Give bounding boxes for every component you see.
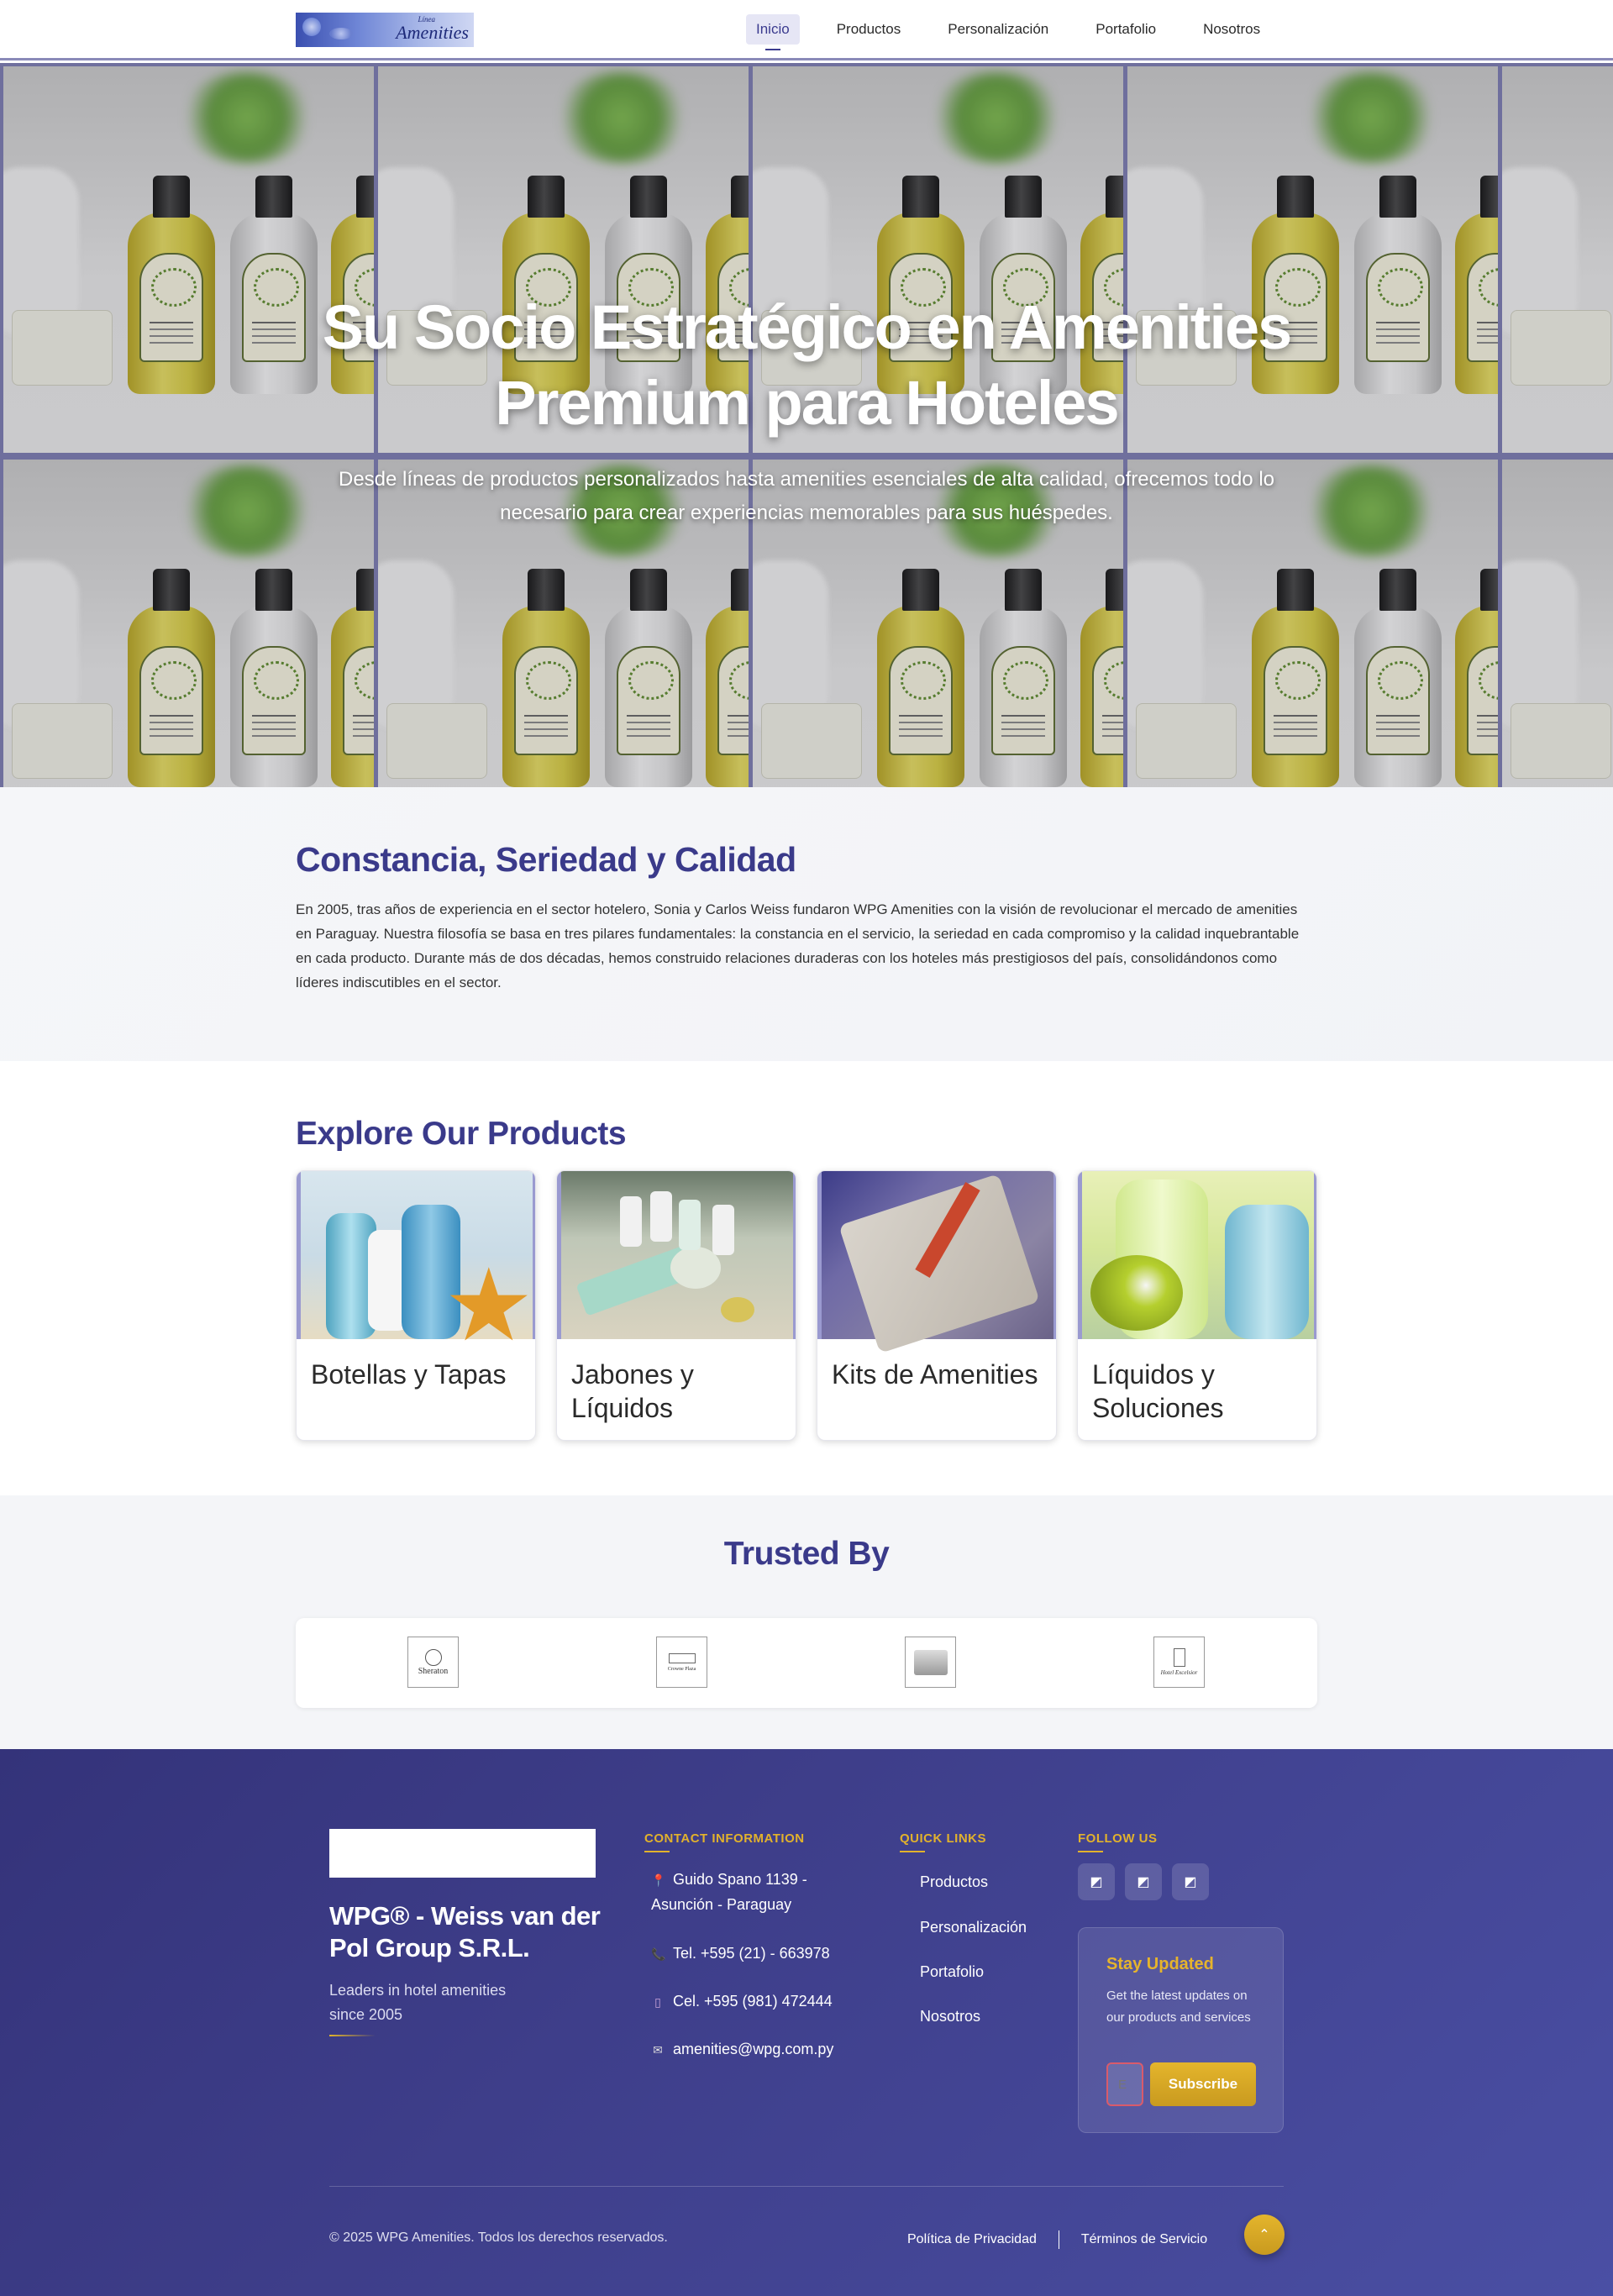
hero-title: Su Socio Estratégico en Amenities Premiu…: [322, 292, 1293, 438]
legal-links: Política de Privacidad Términos de Servi…: [907, 2230, 1207, 2249]
client-logo-palacio: [905, 1637, 956, 1688]
location-icon: 📍: [651, 1873, 666, 1887]
about-section: Constancia, Seriedad y Calidad En 2005, …: [0, 787, 1613, 1061]
client-logo-hotel: Hotel Excelsior: [1153, 1637, 1205, 1688]
contact-phone: 📞 Tel. +595 (21) - 663978: [651, 1941, 870, 1967]
social-icon[interactable]: ◩: [1078, 1863, 1115, 1900]
about-title: Constancia, Seriedad y Calidad: [296, 840, 796, 879]
newsletter-box: Stay Updated Get the latest updates on o…: [1078, 1927, 1284, 2133]
client-logo-crowne-plaza: Crowne Plaza: [656, 1637, 707, 1688]
copyright-text: © 2025 WPG Amenities. Todos los derechos…: [329, 2230, 668, 2245]
product-card-jabones[interactable]: Jabones y Líquidos: [556, 1170, 796, 1441]
phone-icon: 📞: [651, 1947, 666, 1961]
product-card-title: Kits de Amenities: [832, 1359, 1038, 1390]
product-card-liquidos[interactable]: Líquidos y Soluciones: [1077, 1170, 1317, 1441]
product-card-kits[interactable]: Kits de Amenities: [817, 1170, 1057, 1441]
client-logo-sheraton: Sheraton: [407, 1637, 459, 1688]
product-card-botellas[interactable]: ★ Botellas y Tapas: [296, 1170, 536, 1441]
footer-link-nosotros[interactable]: Nosotros: [920, 2008, 980, 2025]
product-card-title: Líquidos y Soluciones: [1092, 1359, 1224, 1423]
trusted-title: Trusted By: [723, 1536, 890, 1572]
footer-link-productos[interactable]: Productos: [920, 1873, 988, 1891]
footer-logo: [329, 1829, 596, 1878]
product-card-title: Jabones y Líquidos: [571, 1359, 694, 1423]
newsletter-title: Stay Updated: [1106, 1955, 1214, 1973]
product-image-botellas: ★: [297, 1171, 535, 1356]
site-logo[interactable]: Línea Amenities: [296, 13, 474, 47]
social-icon[interactable]: ◩: [1172, 1863, 1209, 1900]
newsletter-text: Get the latest updates on our products a…: [1106, 1989, 1251, 2025]
footer-divider: [329, 2186, 1284, 2187]
hero-section: Su Socio Estratégico en Amenities Premiu…: [0, 63, 1613, 787]
subscribe-button[interactable]: Subscribe: [1150, 2062, 1256, 2106]
contact-cell: ▯ Cel. +595 (981) 472444: [651, 1989, 870, 2015]
trusted-section: Trusted By Sheraton Crowne Plaza Hotel E…: [0, 1495, 1613, 1749]
nav-link-productos[interactable]: Productos: [827, 14, 912, 45]
contact-email[interactable]: ✉ amenities@wpg.com.py: [651, 2037, 870, 2062]
footer-divider-accent: [329, 2035, 376, 2036]
nav-menu: Inicio Productos Personalización Portafo…: [746, 14, 1297, 45]
site-footer: WPG® - Weiss van der Pol Group S.R.L. Le…: [0, 1749, 1613, 2296]
footer-tagline: Leaders in hotel amenities since 2005: [329, 1982, 507, 2023]
footer-link-portafolio[interactable]: Portafolio: [920, 1963, 984, 1981]
product-image-liquidos: [1078, 1171, 1316, 1339]
social-icon[interactable]: ◩: [1125, 1863, 1162, 1900]
cell-icon: ▯: [654, 1995, 661, 2009]
nav-link-personalizacion[interactable]: Personalización: [938, 14, 1059, 45]
newsletter-email-input[interactable]: [1106, 2062, 1143, 2106]
quick-links-heading: Quick Links: [900, 1831, 986, 1852]
client-logos: Sheraton Crowne Plaza Hotel Excelsior: [296, 1618, 1317, 1708]
footer-link-personalizacion[interactable]: Personalización: [920, 1919, 1027, 1936]
nav-link-inicio[interactable]: Inicio: [746, 14, 800, 45]
contact-address: 📍 Guido Spano 1139 - Asunción - Paraguay: [651, 1868, 870, 1917]
footer-company-name: WPG® - Weiss van der Pol Group S.R.L.: [329, 1901, 601, 1962]
products-section: Explore Our Products ★ Botellas y Tapas …: [0, 1061, 1613, 1495]
nav-link-portafolio[interactable]: Portafolio: [1085, 14, 1166, 45]
follow-heading: Follow Us: [1078, 1831, 1158, 1852]
nav-link-nosotros[interactable]: Nosotros: [1193, 14, 1270, 45]
mail-icon: ✉: [653, 2043, 663, 2057]
product-image-kits: [817, 1171, 1056, 1353]
hero-subtitle: Desde líneas de productos personalizados…: [338, 468, 1274, 524]
logo-text: Línea Amenities: [396, 15, 469, 43]
privacy-link[interactable]: Política de Privacidad: [907, 2232, 1037, 2247]
terms-link[interactable]: Términos de Servicio: [1081, 2232, 1207, 2247]
arrow-up-icon[interactable]: ⌃: [1244, 2215, 1285, 2255]
product-card-title: Botellas y Tapas: [311, 1359, 507, 1390]
product-image-jabones: [557, 1171, 796, 1339]
top-navbar: Línea Amenities Inicio Productos Persona…: [0, 0, 1613, 60]
products-title: Explore Our Products: [296, 1116, 627, 1152]
about-text: En 2005, tras años de experiencia en el …: [296, 901, 1300, 990]
contact-heading: Contact Information: [644, 1831, 805, 1852]
